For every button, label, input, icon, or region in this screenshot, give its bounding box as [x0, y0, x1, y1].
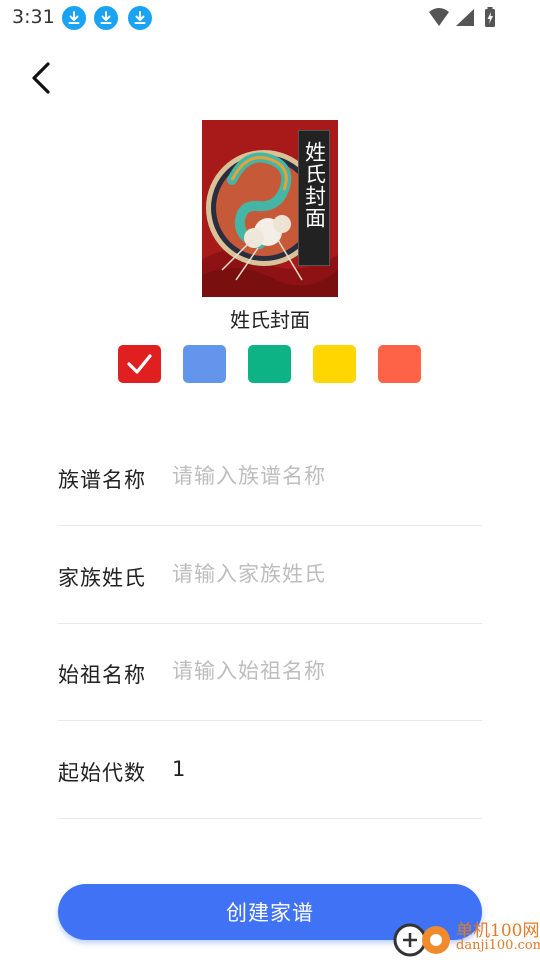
swatch-orange[interactable]: [378, 345, 421, 383]
swatch-red[interactable]: [118, 345, 161, 383]
swatch-blue[interactable]: [183, 345, 226, 383]
ancestor-name-label: 始祖名称: [58, 663, 146, 687]
status-bar: 3:31: [0, 0, 540, 36]
cover-title: 姓氏封面: [302, 141, 327, 229]
check-icon: [127, 354, 152, 374]
cover-caption: 姓氏封面: [230, 308, 310, 332]
genealogy-name-input[interactable]: [172, 456, 472, 496]
status-time: 3:31: [12, 6, 55, 28]
download-icon: [62, 6, 86, 30]
family-surname-label: 家族姓氏: [58, 566, 146, 590]
swatch-yellow[interactable]: [313, 345, 356, 383]
cover-title-strip: 姓氏封面: [298, 130, 330, 266]
color-swatches: [118, 345, 421, 383]
start-generation-label: 起始代数: [58, 761, 146, 785]
back-button[interactable]: [24, 58, 60, 98]
watermark-line2: danji100.com: [456, 938, 540, 953]
swatch-green[interactable]: [248, 345, 291, 383]
download-icon: [128, 6, 152, 30]
form-row-genealogy-name: 族谱名称: [58, 428, 482, 526]
wifi-icon: [429, 8, 449, 26]
form-row-ancestor-name: 始祖名称: [58, 623, 482, 721]
chevron-left-icon: [32, 62, 50, 94]
genealogy-name-label: 族谱名称: [58, 468, 146, 492]
form-row-family-surname: 家族姓氏: [58, 526, 482, 624]
watermark: 单机100网 danji100.com: [392, 916, 540, 960]
download-icon: [94, 6, 118, 30]
ancestor-name-input[interactable]: [172, 651, 472, 691]
cover-image[interactable]: 姓氏封面: [202, 120, 338, 297]
watermark-logo: [393, 923, 450, 957]
family-surname-input[interactable]: [172, 554, 472, 594]
signal-icon: [456, 9, 474, 26]
form-row-start-generation: 起始代数: [58, 721, 482, 819]
battery-icon: [485, 7, 495, 27]
system-icons: [429, 7, 495, 27]
start-generation-input[interactable]: [172, 749, 472, 789]
